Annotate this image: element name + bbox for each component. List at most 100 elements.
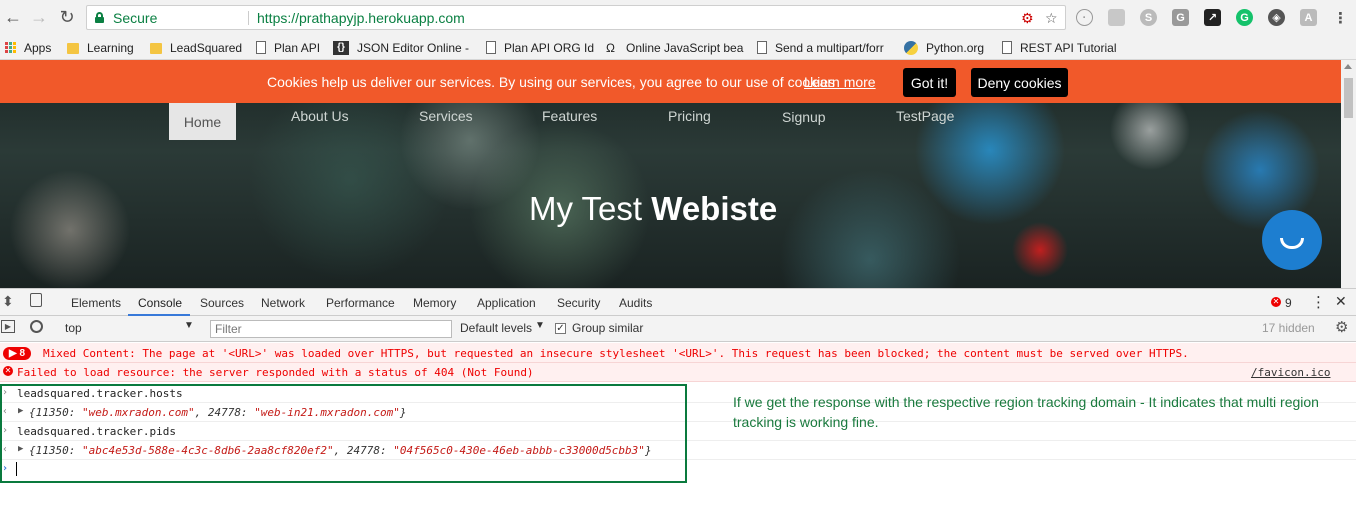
error-count-icon[interactable]: ✕ [1271, 297, 1281, 307]
bookmark-star-icon[interactable]: ☆ [1045, 10, 1058, 27]
bookmark-learning[interactable]: Learning [67, 39, 134, 56]
devtools-tab-bar: ⬍ Elements Console Sources Network Perfo… [0, 288, 1356, 316]
bookmark-label: Online JavaScript bea [626, 40, 744, 55]
bookmark-label: JSON Editor Online - [357, 40, 470, 55]
error-count[interactable]: 9 [1285, 296, 1292, 310]
bookmark-label: LeadSquared [170, 40, 243, 55]
learn-more-link[interactable]: Learn more [804, 74, 876, 90]
bookmark-multipart[interactable]: Send a multipart/forr [757, 39, 884, 56]
devtools-menu-icon[interactable]: ⋮ [1311, 293, 1326, 311]
sidebar-toggle-icon[interactable]: ▶ [1, 320, 15, 333]
url-text[interactable]: https://prathapyjp.herokuapp.com [257, 10, 465, 26]
menu-dots-icon[interactable]: ⋮ [1332, 9, 1349, 27]
device-toolbar-icon[interactable] [30, 293, 42, 307]
tab-security[interactable]: Security [557, 296, 600, 310]
clear-console-icon[interactable] [30, 320, 43, 333]
address-bar[interactable]: Secure https://prathapyjp.herokuapp.com … [86, 5, 1066, 30]
hero-title: My Test Webiste [529, 190, 777, 228]
hero-title-regular: My Test [529, 190, 652, 227]
error-text: Failed to load resource: the server resp… [17, 366, 534, 379]
tab-sources[interactable]: Sources [200, 296, 244, 310]
bookmark-label: Plan API [274, 40, 321, 55]
error-icon: ✕ [3, 366, 13, 376]
forward-arrow-icon[interactable]: → [28, 6, 50, 28]
reload-icon[interactable]: ↻ [56, 6, 78, 28]
tab-application[interactable]: Application [477, 296, 536, 310]
bookmark-apps[interactable]: Apps [5, 39, 51, 56]
annotation-note: If we get the response with the respecti… [733, 394, 1319, 430]
bookmarks-bar: Apps Learning LeadSquared Plan API {} JS… [0, 35, 1356, 60]
console-settings-gear-icon[interactable]: ⚙ [1335, 318, 1348, 336]
chart-extension-icon[interactable]: ↗ [1204, 9, 1221, 26]
bookmark-leadsquared[interactable]: LeadSquared [150, 39, 242, 56]
chat-smile-icon [1280, 238, 1304, 249]
nav-testpage[interactable]: TestPage [896, 108, 954, 124]
extension-grey-icon[interactable] [1108, 9, 1125, 26]
tab-console[interactable]: Console [138, 296, 182, 310]
nav-about-us[interactable]: About Us [291, 108, 349, 124]
scroll-up-icon[interactable] [1344, 64, 1352, 69]
tab-elements[interactable]: Elements [71, 296, 121, 310]
bookmark-online-js[interactable]: Ω Online JavaScript bea [606, 39, 743, 56]
browser-toolbar: ← → ↻ Secure https://prathapyjp.herokuap… [0, 0, 1356, 35]
nav-features[interactable]: Features [542, 108, 597, 124]
secure-label: Secure [113, 10, 158, 26]
bookmark-plan-api[interactable]: Plan API [256, 39, 320, 56]
bookmark-label: Learning [87, 40, 134, 55]
bookmark-label: REST API Tutorial [1020, 40, 1117, 55]
website-viewport: Cookies help us deliver our services. By… [0, 60, 1341, 288]
pdf-extension-icon[interactable]: A [1300, 9, 1317, 26]
context-select[interactable]: top [65, 321, 82, 335]
bookmark-label: Apps [24, 40, 52, 55]
group-similar-label: Group similar [572, 321, 644, 335]
close-devtools-icon[interactable]: ✕ [1335, 293, 1347, 310]
apps-grid-icon [5, 42, 16, 53]
context-dropdown-icon[interactable]: ▼ [184, 320, 194, 331]
lock-icon [95, 12, 104, 23]
repeat-count-badge: ▶ 8 [3, 347, 31, 360]
inspect-element-icon[interactable]: ⬍ [2, 293, 14, 310]
owl-icon: Ω [606, 40, 615, 55]
group-similar-checkbox[interactable]: ✓ [555, 323, 566, 334]
bookmark-json-editor[interactable]: {} JSON Editor Online - [333, 39, 469, 56]
highlight-box [0, 384, 687, 483]
tab-memory[interactable]: Memory [413, 296, 456, 310]
levels-dropdown-icon[interactable]: ▼ [535, 320, 545, 331]
vpn-extension-icon[interactable]: ◈ [1268, 9, 1285, 26]
got-it-button[interactable]: Got it! [903, 68, 956, 97]
page-icon [1002, 41, 1012, 54]
favicon-source-link[interactable]: /favicon.ico [1251, 366, 1330, 379]
braces-icon: {} [333, 40, 349, 55]
cookie-banner: Cookies help us deliver our services. By… [0, 60, 1341, 103]
bookmark-plan-api-org[interactable]: Plan API ORG Id [486, 39, 594, 56]
bookmark-python[interactable]: Python.org [904, 39, 984, 56]
blocked-content-icon[interactable]: ⚙ [1021, 10, 1034, 27]
extension-g-icon[interactable]: G [1172, 9, 1189, 26]
grammarly-icon[interactable]: G [1236, 9, 1253, 26]
log-levels-select[interactable]: Default levels [460, 321, 532, 335]
python-icon [904, 40, 918, 55]
tab-audits[interactable]: Audits [619, 296, 652, 310]
bookmark-label: Send a multipart/forr [775, 40, 884, 55]
separator [248, 11, 249, 25]
scroll-thumb[interactable] [1344, 78, 1353, 118]
filter-input[interactable]: Filter [210, 320, 452, 338]
extension-circle-icon[interactable]: · [1076, 9, 1093, 26]
tab-network[interactable]: Network [261, 296, 305, 310]
deny-cookies-button[interactable]: Deny cookies [971, 68, 1068, 97]
console-error-mixed-content: ▶ 8 Mixed Content: The page at '<URL>' w… [0, 343, 1356, 363]
page-icon [757, 41, 767, 54]
bookmark-rest-api[interactable]: REST API Tutorial [1002, 39, 1117, 56]
nav-signup[interactable]: Signup [782, 109, 826, 125]
nav-services[interactable]: Services [419, 108, 473, 124]
folder-icon [150, 43, 162, 54]
nav-home[interactable]: Home [169, 103, 236, 140]
page-scrollbar[interactable] [1341, 60, 1356, 288]
back-arrow-icon[interactable]: ← [2, 6, 24, 28]
chat-widget-button[interactable] [1262, 210, 1322, 270]
tab-performance[interactable]: Performance [326, 296, 395, 310]
bookmark-label: Plan API ORG Id [504, 40, 595, 55]
error-text: Mixed Content: The page at '<URL>' was l… [43, 347, 1189, 360]
skype-icon[interactable]: S [1140, 9, 1157, 26]
nav-pricing[interactable]: Pricing [668, 108, 711, 124]
